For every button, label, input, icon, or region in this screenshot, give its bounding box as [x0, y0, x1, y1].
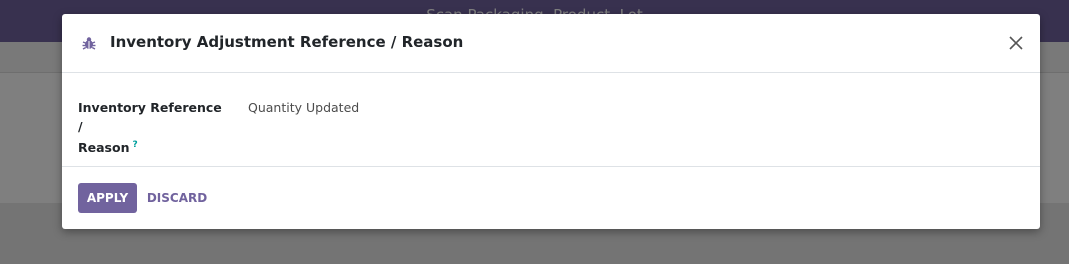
dialog-body: Inventory Reference / Reason? Quantity U…: [62, 73, 1040, 166]
help-tooltip-marker[interactable]: ?: [132, 140, 137, 150]
dialog-header: Inventory Adjustment Reference / Reason: [62, 14, 1040, 73]
dialog-footer: APPLY DISCARD: [62, 166, 1040, 230]
bug-icon: [81, 35, 97, 51]
label-line-2: Reason: [78, 140, 130, 156]
dialog-title: Inventory Adjustment Reference / Reason: [110, 33, 464, 51]
discard-button[interactable]: DISCARD: [142, 183, 212, 213]
inventory-reference-value[interactable]: Quantity Updated: [248, 100, 359, 115]
label-line-1: Inventory Reference /: [78, 100, 222, 134]
close-icon[interactable]: [1007, 34, 1025, 52]
inventory-reference-label: Inventory Reference / Reason?: [78, 98, 228, 157]
inventory-adjustment-dialog: Inventory Adjustment Reference / Reason …: [62, 14, 1040, 229]
apply-button[interactable]: APPLY: [78, 183, 137, 213]
